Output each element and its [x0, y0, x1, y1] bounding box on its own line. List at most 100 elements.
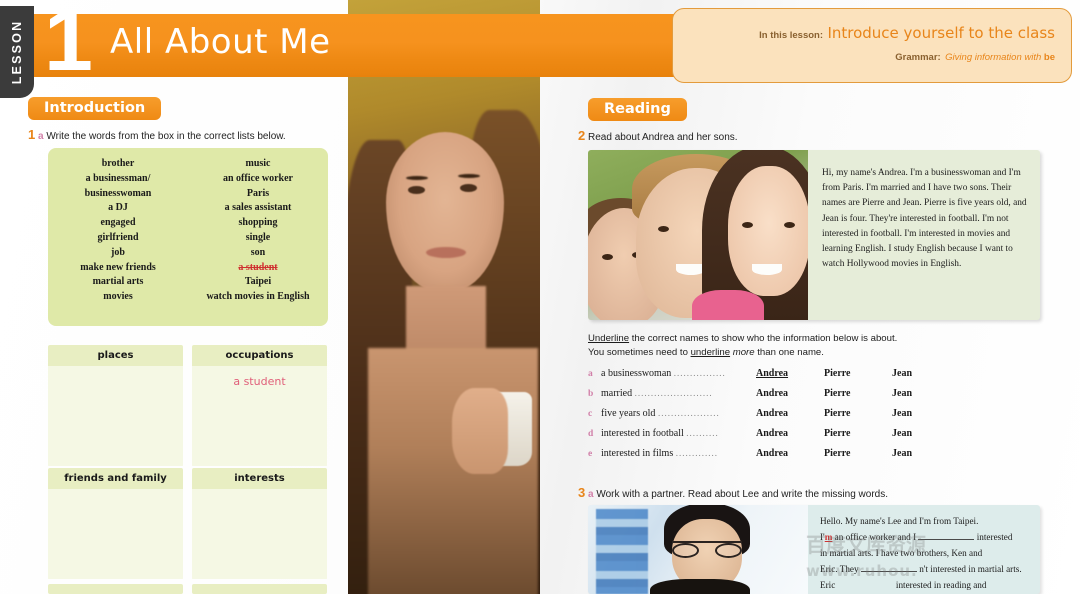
word-box-item-right-8[interactable]: Taipei	[245, 276, 271, 289]
word-box-item-left-8[interactable]: martial arts	[93, 276, 144, 289]
name-option-b-jean[interactable]: Jean	[892, 388, 960, 399]
row-letter-b: b	[588, 389, 594, 399]
lee-glasses-lens-left	[672, 543, 699, 558]
lee-text-line3: in martial arts. I have two brothers, Ke…	[820, 548, 983, 558]
underline-instruction-line1: Underline the correct names to show who …	[588, 333, 898, 344]
lee-photo	[588, 505, 808, 594]
name-selection-row-d: d interested in football .......... Andrea…	[588, 428, 1048, 448]
category-header-interests: interests	[192, 468, 327, 489]
name-selection-row-b: b married ........................ Andrea P…	[588, 388, 1048, 408]
lesson-tab-label: LESSON	[10, 19, 24, 85]
word-box-item-left-9[interactable]: movies	[103, 291, 132, 304]
portrait-eye-left	[408, 186, 425, 194]
category-body-interests[interactable]	[192, 489, 327, 579]
word-box-item-right-7[interactable]: a student	[238, 262, 277, 275]
row-dots-c: ...................	[657, 408, 720, 418]
word-box-item-right-3[interactable]: a sales assistant	[225, 202, 292, 215]
row-letter-c: c	[588, 409, 593, 419]
lee-text-line1: Hello. My name's Lee and I'm from Taipei…	[820, 516, 979, 526]
word-box-item-left-1[interactable]: a businessman/	[86, 173, 151, 186]
underline-instruction-line2: You sometimes need to underline more tha…	[588, 347, 824, 359]
category-box-friends-and-family[interactable]: friends and family	[48, 468, 183, 580]
instruction-2-text: Read about Andrea and her sons.	[588, 132, 738, 143]
lee-photo-body	[650, 579, 750, 594]
name-selection-row-a: a a businesswoman ................ Andrea P…	[588, 368, 1048, 388]
reading-panel-andrea: Hi, my name's Andrea. I'm a businesswoma…	[588, 150, 1040, 320]
andrea-photo-mother-eye-left	[742, 222, 753, 228]
name-option-c-andrea[interactable]: Andrea	[756, 408, 824, 419]
section-tab-reading: Reading	[588, 98, 687, 121]
word-box-column-right: music an office worker Paris a sales assist…	[188, 148, 328, 326]
lee-blank-2[interactable]	[918, 539, 975, 540]
word-box-item-right-4[interactable]: shopping	[239, 217, 278, 230]
lee-text-line4: Eric. They n't interested in martial art…	[820, 564, 1022, 574]
category-answer-places	[48, 366, 183, 375]
portrait-face	[386, 132, 504, 292]
word-box-item-left-2[interactable]: businesswoman	[85, 188, 152, 201]
category-body-friends-and-family[interactable]	[48, 489, 183, 579]
word-box-item-right-0[interactable]: music	[246, 158, 271, 171]
name-option-d-andrea[interactable]: Andrea	[756, 428, 824, 439]
name-option-a-jean[interactable]: Jean	[892, 368, 960, 379]
page-title: All About Me	[110, 22, 331, 62]
word-box-item-right-5[interactable]: single	[246, 232, 270, 245]
row-letter-e: e	[588, 449, 593, 459]
underline-more-emphasis: more	[730, 347, 755, 359]
name-option-d-pierre[interactable]: Pierre	[824, 428, 892, 439]
word-box-item-right-9[interactable]: watch movies in English	[206, 291, 309, 304]
andrea-photo-mother-eye-right	[784, 222, 795, 228]
category-box-places[interactable]: places	[48, 345, 183, 467]
word-box-item-left-0[interactable]: brother	[102, 158, 135, 171]
lesson-info-box: In this lesson: Introduce yourself to th…	[672, 8, 1072, 83]
portrait-brow-right	[458, 174, 480, 178]
word-box-item-left-7[interactable]: make new friends	[80, 262, 156, 275]
name-option-b-pierre[interactable]: Pierre	[824, 388, 892, 399]
row-statement-c: five years old ...................	[601, 408, 720, 419]
word-box-item-left-3[interactable]: a DJ	[108, 202, 128, 215]
lee-reading-text[interactable]: Hello. My name's Lee and I'm from Taipei…	[810, 505, 1040, 594]
word-box-item-right-6[interactable]: son	[251, 247, 265, 260]
word-box-item-left-4[interactable]: engaged	[101, 217, 136, 230]
section-tab-introduction: Introduction	[28, 97, 162, 120]
instruction-3a-text: Work with a partner. Read about Lee and …	[596, 489, 888, 500]
portrait-hand	[452, 388, 508, 474]
word-box-item-right-2[interactable]: Paris	[247, 188, 269, 201]
category-header-partial-left	[48, 584, 183, 594]
row-statement-d: interested in football ..........	[601, 428, 719, 439]
portrait-eye-right	[460, 184, 477, 192]
andrea-reading-text: Hi, my name's Andrea. I'm a businesswoma…	[822, 168, 1027, 270]
portrait-brow-left	[406, 176, 428, 180]
name-option-d-jean[interactable]: Jean	[892, 428, 960, 439]
name-option-e-andrea[interactable]: Andrea	[756, 448, 824, 459]
category-header-places: places	[48, 345, 183, 366]
andrea-photo-pink-shirt	[692, 290, 764, 320]
centre-portrait-photo	[348, 0, 540, 594]
exercise-letter-1a: a	[38, 131, 44, 142]
row-letter-a: a	[588, 369, 593, 379]
name-option-a-andrea[interactable]: Andrea	[756, 368, 824, 379]
name-option-c-jean[interactable]: Jean	[892, 408, 960, 419]
word-box-item-left-6[interactable]: job	[111, 247, 125, 260]
name-option-b-andrea[interactable]: Andrea	[756, 388, 824, 399]
category-body-occupations[interactable]: a student	[192, 366, 327, 466]
category-box-partial-right	[192, 584, 327, 594]
lee-blank-3[interactable]	[860, 571, 917, 572]
in-this-lesson-label: In this lesson:	[759, 30, 823, 41]
name-option-e-jean[interactable]: Jean	[892, 448, 960, 459]
name-option-a-pierre[interactable]: Pierre	[824, 368, 892, 379]
lee-glasses-lens-right	[715, 543, 742, 558]
grammar-label: Grammar:	[895, 51, 941, 63]
category-header-occupations: occupations	[192, 345, 327, 366]
row-dots-b: ........................	[634, 388, 713, 398]
portrait-lips	[426, 247, 466, 258]
category-body-places[interactable]	[48, 366, 183, 466]
name-option-e-pierre[interactable]: Pierre	[824, 448, 892, 459]
word-box-item-left-5[interactable]: girlfriend	[97, 232, 138, 245]
name-option-c-pierre[interactable]: Pierre	[824, 408, 892, 419]
category-box-occupations[interactable]: occupations a student	[192, 345, 327, 467]
lee-text-line5: Eric interested in reading and	[820, 580, 987, 590]
category-box-interests[interactable]: interests	[192, 468, 327, 580]
grammar-row: Grammar: Giving information with be	[673, 45, 1055, 67]
word-box-item-right-1[interactable]: an office worker	[223, 173, 293, 186]
exercise-number-1: 1	[28, 127, 36, 142]
